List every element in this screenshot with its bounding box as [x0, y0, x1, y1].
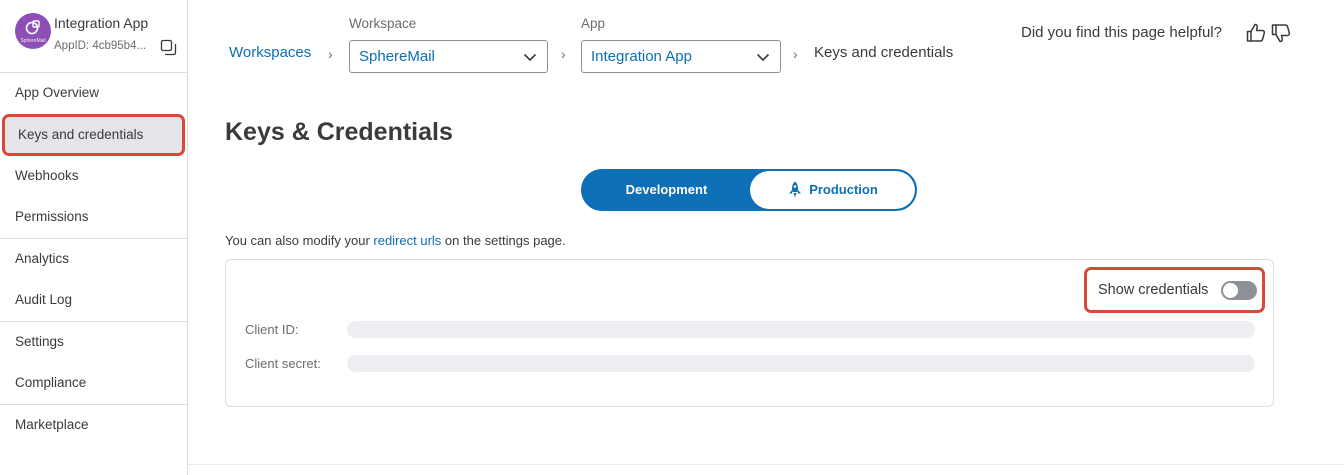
credentials-card: Show credentials Client ID: Client secre… [225, 259, 1274, 407]
app-select-label: App [581, 16, 606, 31]
breadcrumb-separator-icon: › [561, 46, 566, 62]
sidebar-item-compliance[interactable]: Compliance [0, 364, 187, 402]
app-select[interactable]: Integration App [581, 40, 781, 73]
client-id-value [347, 321, 1255, 338]
client-secret-label: Client secret: [245, 356, 321, 371]
sidebar-item-permissions[interactable]: Permissions [0, 198, 187, 236]
switch-knob [1223, 283, 1238, 298]
sidebar-item-analytics[interactable]: Analytics [0, 240, 187, 278]
info-suffix: on the settings page. [441, 233, 566, 248]
sidebar-item-audit-log[interactable]: Audit Log [0, 281, 187, 319]
app-id: AppID: 4cb95b4... [54, 40, 147, 52]
tab-production-label: Production [809, 182, 878, 197]
tab-production[interactable]: Production [750, 171, 915, 209]
tab-development[interactable]: Development [583, 171, 750, 209]
show-credentials-control: Show credentials [1084, 267, 1265, 313]
sidebar: SphereMail Integration App AppID: 4cb95b… [0, 0, 188, 475]
app-name: Integration App [54, 15, 149, 31]
app-header: SphereMail Integration App AppID: 4cb95b… [0, 0, 188, 72]
footer-divider [188, 464, 1344, 465]
show-credentials-label: Show credentials [1098, 282, 1209, 298]
breadcrumb-separator-icon: › [328, 46, 333, 62]
chevron-down-icon [523, 53, 537, 62]
rocket-icon [789, 181, 801, 198]
client-id-label: Client ID: [245, 322, 299, 337]
workspace-select-label: Workspace [349, 16, 417, 31]
environment-toggle: Development Production [581, 169, 917, 211]
copy-icon[interactable] [160, 39, 177, 56]
workspace-select[interactable]: SphereMail [349, 40, 548, 73]
workspace-select-value: SphereMail [359, 48, 435, 65]
redirect-urls-link[interactable]: redirect urls [373, 233, 441, 248]
sidebar-item-keys-and-credentials[interactable]: Keys and credentials [2, 114, 185, 156]
redirect-info-text: You can also modify your redirect urls o… [225, 233, 566, 248]
avatar-text: SphereMail [20, 38, 46, 44]
breadcrumb-workspaces-link[interactable]: Workspaces [229, 44, 311, 61]
app-avatar: SphereMail [15, 13, 51, 49]
app-select-value: Integration App [591, 48, 692, 65]
client-secret-value [347, 355, 1255, 372]
page-title: Keys & Credentials [225, 118, 453, 146]
sidebar-item-marketplace[interactable]: Marketplace [0, 406, 187, 444]
nav-divider [0, 72, 187, 73]
sidebar-item-webhooks[interactable]: Webhooks [0, 157, 187, 195]
nav-divider [0, 238, 187, 239]
chevron-down-icon [756, 53, 770, 62]
breadcrumb-current: Keys and credentials [814, 44, 954, 61]
feedback-question: Did you find this page helpful? [1021, 24, 1222, 41]
sidebar-item-app-overview[interactable]: App Overview [0, 74, 187, 112]
show-credentials-switch[interactable] [1221, 281, 1257, 300]
app-logo-icon [25, 20, 40, 35]
info-prefix: You can also modify your [225, 233, 374, 248]
thumbs-down-icon[interactable] [1270, 22, 1292, 44]
nav-divider [0, 321, 187, 322]
nav-divider [0, 404, 187, 405]
breadcrumb-separator-icon: › [793, 46, 798, 62]
thumbs-up-icon[interactable] [1245, 22, 1267, 44]
sidebar-item-settings[interactable]: Settings [0, 323, 187, 361]
